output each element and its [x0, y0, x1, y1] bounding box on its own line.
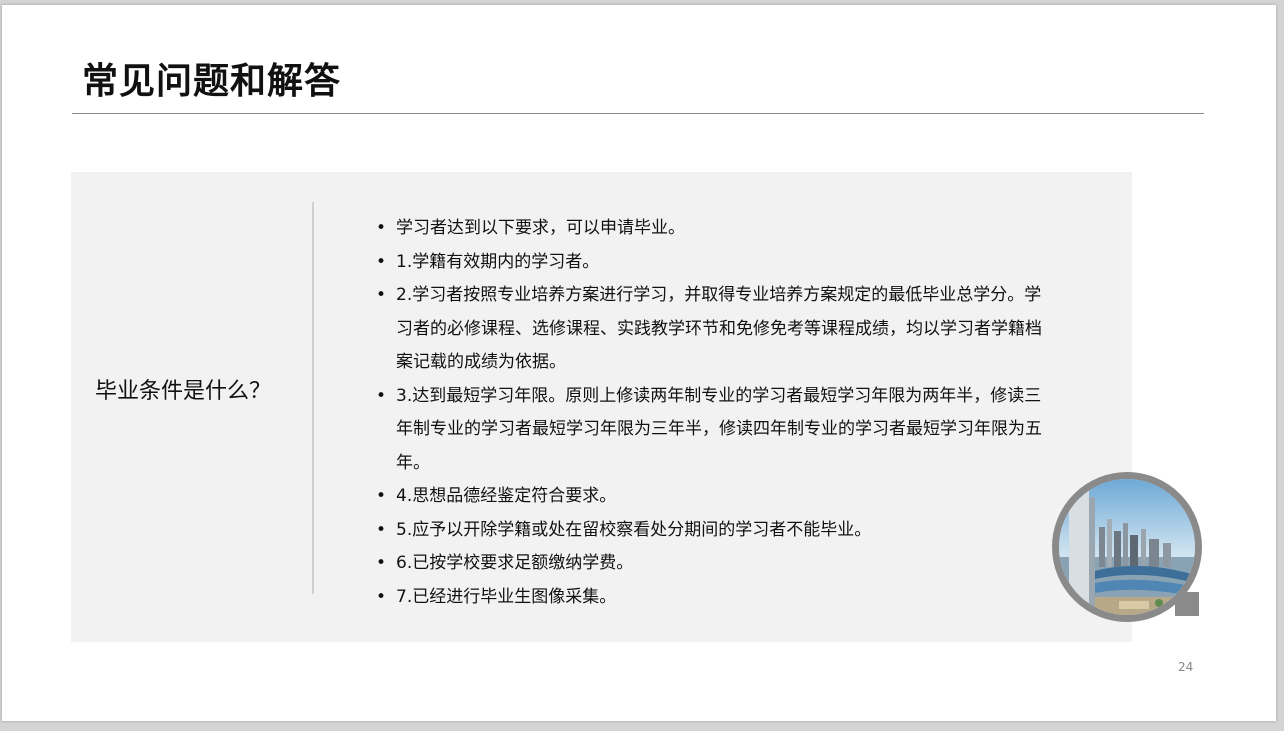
bullet-icon: • — [376, 486, 387, 506]
answer-list: • 学习者达到以下要求，可以申请毕业。 • 1.学籍有效期内的学习者。 • 2.学习者… — [376, 212, 1056, 614]
answer-text: 学习者达到以下要求，可以申请毕业。 — [396, 218, 685, 238]
bullet-icon: • — [376, 251, 387, 272]
slide-title: 常见问题和解答 — [82, 61, 342, 102]
bullet-icon: • — [376, 285, 387, 305]
bullet-icon: • — [376, 553, 387, 573]
answer-item: • 5.应予以开除学籍或处在留校察看处分期间的学习者不能毕业。 — [376, 514, 1056, 548]
answer-text: 2.学习者按照专业培养方案进行学习，并取得专业培养方案规定的最低毕业总学分。学习… — [396, 285, 1042, 372]
answer-item: • 1.学籍有效期内的学习者。 — [376, 246, 1056, 280]
bullet-icon: • — [376, 218, 387, 238]
answer-item: • 学习者达到以下要求，可以申请毕业。 — [376, 212, 1056, 246]
city-photo — [1052, 472, 1202, 622]
answer-text: 4.思想品德经鉴定符合要求。 — [396, 486, 617, 506]
faq-question: 毕业条件是什么？ — [95, 379, 272, 404]
answer-item: • 7.已经进行毕业生图像采集。 — [376, 581, 1056, 615]
answer-item: • 4.思想品德经鉴定符合要求。 — [376, 480, 1056, 514]
answer-text: 1.学籍有效期内的学习者。 — [396, 251, 600, 272]
city-photo-frame — [1052, 472, 1202, 622]
page-number: 24 — [1178, 660, 1194, 674]
faq-panel: 毕业条件是什么？ • 学习者达到以下要求，可以申请毕业。 • 1.学籍有效期内的学习… — [71, 172, 1132, 642]
slide: 常见问题和解答 毕业条件是什么？ • 学习者达到以下要求，可以申请毕业。 • 1.学… — [2, 5, 1276, 721]
answer-item: • 6.已按学校要求足额缴纳学费。 — [376, 547, 1056, 581]
city-skyline-icon — [1059, 479, 1195, 615]
answer-item: • 3.达到最短学习年限。原则上修读两年制专业的学习者最短学习年限为两年半，修读三… — [376, 380, 1056, 481]
bullet-icon: • — [376, 586, 387, 607]
answer-item: • 2.学习者按照专业培养方案进行学习，并取得专业培养方案规定的最低毕业总学分。学… — [376, 279, 1056, 380]
answer-text: 5.应予以开除学籍或处在留校察看处分期间的学习者不能毕业。 — [396, 519, 872, 540]
vertical-divider — [312, 202, 314, 594]
title-divider — [72, 113, 1204, 114]
bullet-icon: • — [376, 385, 387, 406]
answer-text: 7.已经进行毕业生图像采集。 — [396, 586, 617, 607]
answer-text: 6.已按学校要求足额缴纳学费。 — [396, 553, 634, 573]
answer-text: 3.达到最短学习年限。原则上修读两年制专业的学习者最短学习年限为两年半，修读三年… — [396, 385, 1042, 473]
bullet-icon: • — [376, 519, 387, 540]
